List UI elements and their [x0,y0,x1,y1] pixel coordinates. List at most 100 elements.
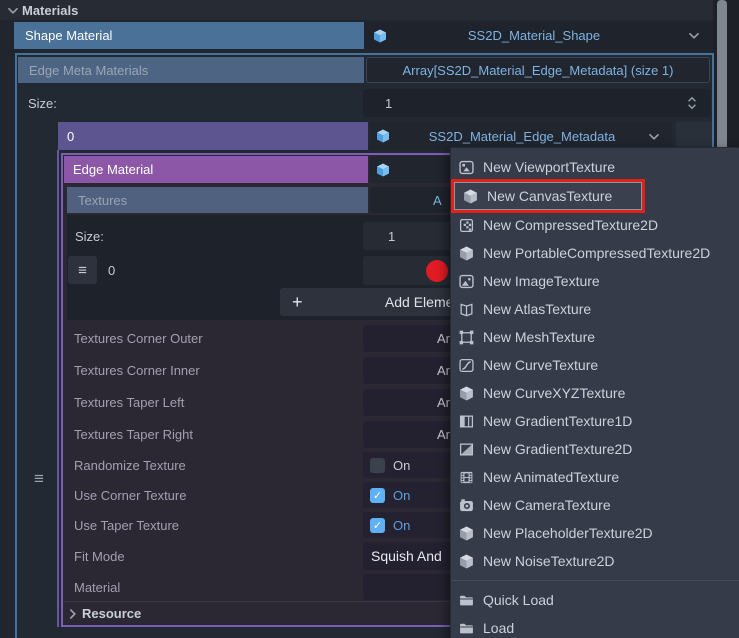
menu-item-new-placeholdertexture2d[interactable]: New PlaceholderTexture2D [451,519,739,547]
menu-item-new-imagetexture[interactable]: New ImageTexture [451,267,739,295]
menu-item-new-compressedtexture2d[interactable]: New CompressedTexture2D [451,211,739,239]
texture-element-drag-handle[interactable]: ≡ [68,256,97,284]
collapse-arrow-icon [8,8,18,14]
edge-meta-materials-value[interactable]: Array[SS2D_Material_Edge_Metadata] (size… [366,57,710,83]
array-value-partial: Ar [437,427,450,442]
array-element-0-header[interactable]: 0 [58,122,368,150]
indent-guide [57,150,59,627]
menu-item-new-gradienttexture2d[interactable]: New GradientTexture2D [451,435,739,463]
curve-texture-icon [459,358,474,373]
element-0-extra-button[interactable] [676,122,712,150]
shape-material-value: SS2D_Material_Shape [394,28,674,43]
menu-item-label: New GradientTexture2D [483,441,632,457]
placeholder-texture-icon [459,526,474,541]
compressed-texture-icon [459,218,474,233]
menu-item-new-cameratexture[interactable]: New CameraTexture [451,491,739,519]
fit-mode-value: Squish And [363,548,442,564]
folder-icon [459,621,474,636]
menu-item-new-gradienttexture1d[interactable]: New GradientTexture1D [451,407,739,435]
property-textures-corner-outer: Textures Corner Outer [74,325,203,352]
array-value-partial: Ar [437,395,450,410]
textures-size-label: Size: [75,222,104,250]
property-textures-taper-left: Textures Taper Left [74,389,184,416]
array-size-value: 1 [363,96,392,111]
resource-group-label: Resource [82,606,141,621]
menu-item-new-canvastexture[interactable]: New CanvasTexture [454,182,642,210]
textures-size-value: 1 [363,229,395,244]
menu-item-label: New CurveXYZTexture [483,385,625,401]
menu-item-load[interactable]: Load [451,614,739,638]
animated-texture-icon [459,470,474,485]
menu-item-label: Quick Load [483,592,554,608]
shape-material-resource-picker[interactable]: SS2D_Material_Shape [364,22,713,49]
gradient-texture-1d-icon [459,414,474,429]
menu-item-new-meshtexture[interactable]: New MeshTexture [451,323,739,351]
menu-item-new-curvetexture[interactable]: New CurveTexture [451,351,739,379]
noise-texture-icon [459,554,474,569]
camera-texture-icon [459,498,474,513]
menu-item-new-atlastexture[interactable]: New AtlasTexture [451,295,739,323]
menu-item-label: New AnimatedTexture [483,469,619,485]
menu-item-label: New MeshTexture [483,329,595,345]
element-0-resource-picker[interactable]: SS2D_Material_Edge_Metadata [370,122,672,150]
godot-inspector-panel: Materials Shape Material SS2D_Material_S… [0,0,739,638]
chevron-down-icon [649,134,659,140]
randomize-texture-on-label: On [393,458,410,473]
chevron-right-icon [70,609,76,619]
portable-compressed-texture-icon [459,246,474,261]
menu-separator [452,580,739,581]
menu-item-label: Load [483,620,514,636]
mesh-texture-icon [459,330,474,345]
resource-cube-icon [373,29,387,43]
texture-preview-swatch[interactable] [426,260,448,282]
use-corner-texture-checkbox[interactable]: ✓ [370,488,385,503]
canvas-texture-icon [463,189,478,204]
property-textures-taper-right: Textures Taper Right [74,421,193,448]
property-use-corner-texture: Use Corner Texture [74,482,186,508]
viewport-texture-icon [459,160,474,175]
use-taper-texture-on-label: On [393,518,410,533]
array-size-label: Size: [28,89,57,117]
use-taper-texture-checkbox[interactable]: ✓ [370,518,385,533]
menu-item-quick-load[interactable]: Quick Load [451,586,739,614]
property-fit-mode: Fit Mode [74,542,125,570]
property-use-taper-texture: Use Taper Texture [74,512,179,538]
section-title: Materials [22,3,78,18]
spinner-arrows-icon[interactable] [687,96,697,110]
randomize-texture-checkbox[interactable]: ✓ [370,458,385,473]
property-material: Material [74,574,120,600]
section-header-materials[interactable]: Materials [0,0,713,20]
folder-icon [459,593,474,608]
resource-cube-icon [376,129,390,143]
menu-item-label: New CurveTexture [483,357,598,373]
array-value-partial: Ar [437,363,450,378]
menu-item-label: New PlaceholderTexture2D [483,525,653,541]
menu-item-list: New ViewportTexture New CanvasTexture New … [451,153,739,638]
drag-handle[interactable]: ≡ [29,469,49,489]
texture-element-0-label: 0 [108,256,115,284]
property-edge-meta-materials[interactable]: Edge Meta Materials [18,57,364,83]
resource-cube-icon [376,163,390,177]
property-edge-material[interactable]: Edge Material [64,156,368,183]
menu-item-new-viewporttexture[interactable]: New ViewportTexture [451,153,739,181]
property-textures[interactable]: Textures [67,187,368,213]
menu-item-new-animatedtexture[interactable]: New AnimatedTexture [451,463,739,491]
menu-item-label: New ImageTexture [483,273,600,289]
property-textures-corner-inner: Textures Corner Inner [74,357,200,384]
array-value-partial: Ar [437,331,450,346]
use-corner-texture-on-label: On [393,488,410,503]
menu-item-new-noisetexture2d[interactable]: New NoiseTexture2D [451,547,739,575]
menu-item-label: New NoiseTexture2D [483,553,615,569]
menu-item-label: New GradientTexture1D [483,413,632,429]
menu-item-label: New PortableCompressedTexture2D [483,245,710,261]
menu-item-label: New ViewportTexture [483,159,615,175]
menu-item-new-portablecompressedtexture2d[interactable]: New PortableCompressedTexture2D [451,239,739,267]
property-randomize-texture: Randomize Texture [74,452,186,478]
array-size-spinbox[interactable]: 1 [363,89,711,117]
property-shape-material[interactable]: Shape Material [14,22,364,49]
menu-item-new-curvexyztexture[interactable]: New CurveXYZTexture [451,379,739,407]
menu-item-label: New CameraTexture [483,497,611,513]
menu-item-label: New CompressedTexture2D [483,217,658,233]
textures-value-partial: A [433,193,442,208]
menu-item-label: New CanvasTexture [487,188,612,204]
